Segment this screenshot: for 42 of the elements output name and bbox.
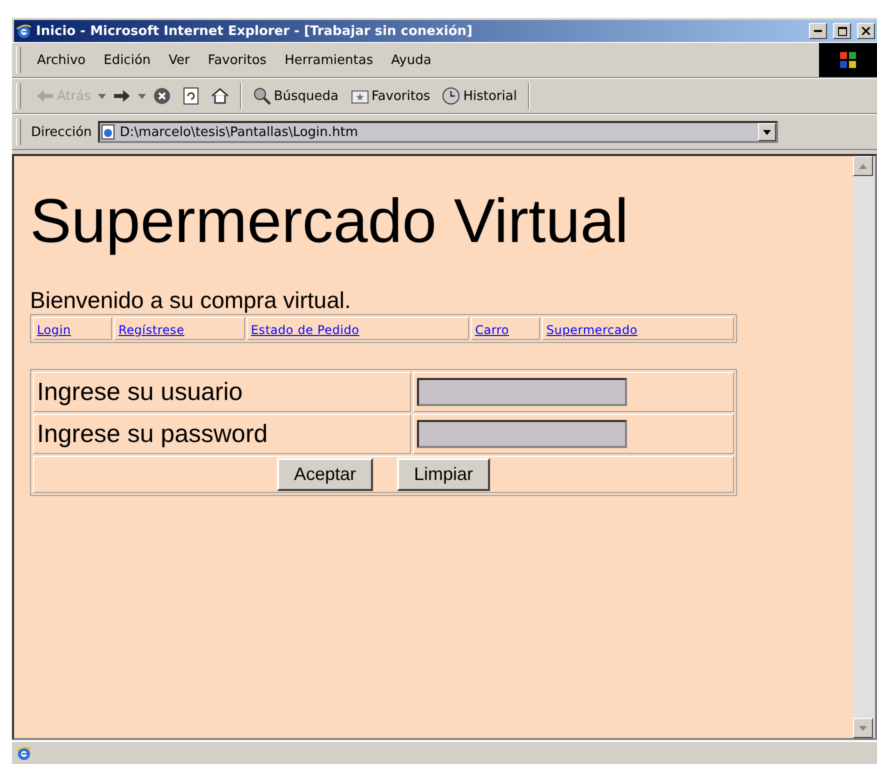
history-button[interactable]: Historial — [437, 85, 522, 107]
scroll-up-button[interactable] — [853, 156, 873, 176]
maximize-icon — [838, 26, 846, 36]
page-icon — [100, 124, 116, 140]
input-field[interactable] — [417, 378, 627, 406]
caret-icon[interactable] — [138, 94, 146, 98]
refresh-icon — [182, 87, 199, 105]
welcome-text: Bienvenido a su compra virtual. — [30, 287, 352, 314]
menu-item[interactable]: Edición — [98, 50, 157, 70]
clock-icon — [442, 87, 460, 105]
close-icon — [862, 27, 870, 35]
form-button[interactable]: Aceptar — [276, 458, 373, 491]
house-icon — [210, 87, 229, 105]
scrollbar[interactable] — [853, 156, 875, 738]
minimize-button[interactable] — [809, 23, 827, 39]
maximize-button[interactable] — [833, 23, 851, 39]
address-field[interactable]: D:\marcelo\tesis\Pantallas\Login.htm — [98, 121, 778, 143]
input-field[interactable] — [417, 420, 627, 448]
form-button[interactable]: Limpiar — [397, 458, 490, 491]
scroll-down-button[interactable] — [853, 718, 873, 738]
menu-item[interactable]: Ayuda — [385, 50, 438, 70]
search-button[interactable]: Búsqueda — [248, 85, 344, 107]
minimize-icon — [814, 30, 822, 32]
window-title: Inicio - Microsoft Internet Explorer - [Trabajar sin conexión] — [36, 24, 474, 38]
menu-item[interactable]: Ver — [162, 50, 196, 70]
close-button[interactable] — [857, 23, 875, 39]
favorites-button[interactable]: Favoritos — [346, 86, 436, 106]
menu-item[interactable]: Favoritos — [202, 50, 273, 70]
address-label: Dirección — [31, 124, 92, 140]
field-label: Ingrese su usuario — [37, 378, 243, 406]
menu-item[interactable]: Archivo — [31, 50, 92, 70]
down-triangle-icon — [859, 726, 867, 730]
menu-item[interactable]: Herramientas — [278, 50, 380, 70]
left-arrow-icon — [36, 89, 54, 103]
right-arrow-icon — [112, 89, 131, 103]
page-heading: Supermercado Virtual — [30, 186, 630, 257]
dropdown-button[interactable] — [758, 123, 776, 141]
field-label: Ingrese su password — [37, 420, 268, 448]
caret-icon[interactable] — [98, 94, 106, 98]
stop-icon — [152, 87, 171, 105]
up-triangle-icon — [859, 164, 867, 168]
caret-icon — [762, 130, 771, 134]
